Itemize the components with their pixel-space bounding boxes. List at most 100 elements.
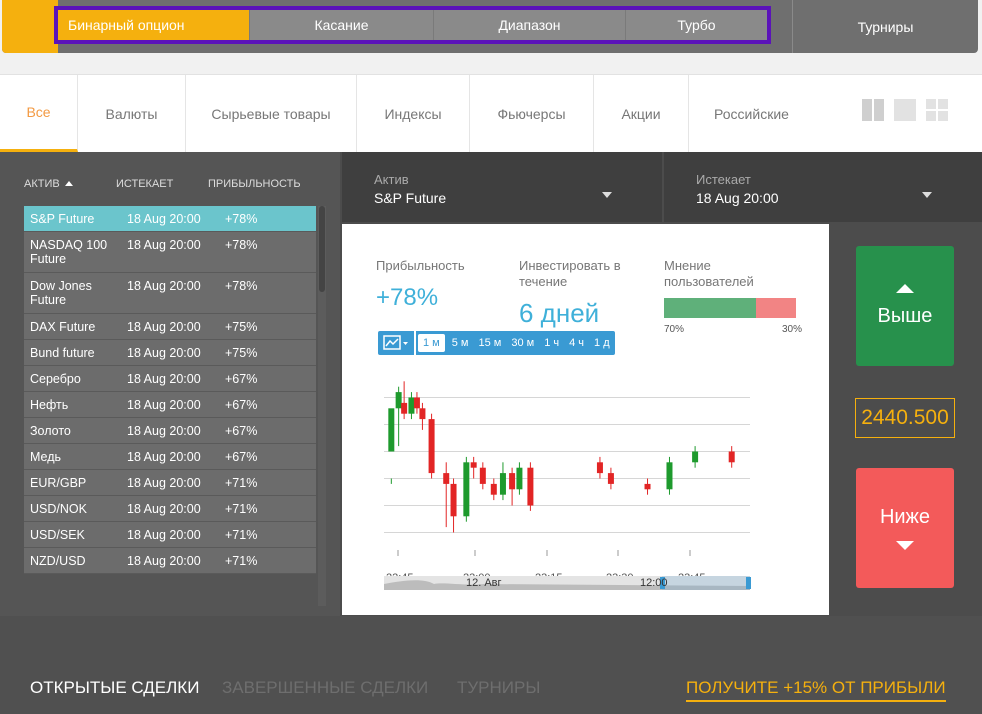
tab-tournaments-bottom[interactable]: ТУРНИРЫ: [457, 678, 540, 698]
asset-name: Dow Jones Future: [30, 279, 92, 307]
timeframe-button[interactable]: 1 ч: [539, 331, 564, 355]
asset-row[interactable]: Серебро 18 Aug 20:00 +67%: [24, 366, 316, 392]
asset-expiry: 18 Aug 20:00: [127, 554, 201, 568]
category-stocks[interactable]: Акции: [594, 75, 689, 152]
asset-name: Bund future: [30, 346, 95, 360]
opinion-up-bar: [664, 298, 757, 318]
asset-expiry: 18 Aug 20:00: [127, 424, 201, 438]
asset-row[interactable]: DAX Future 18 Aug 20:00 +75%: [24, 314, 316, 340]
category-currencies[interactable]: Валюты: [78, 75, 186, 152]
tab-tournaments[interactable]: Турниры: [792, 0, 978, 53]
asset-list: S&P Future 18 Aug 20:00 +78% NASDAQ 100 Fut…: [24, 206, 316, 574]
asset-expiry: 18 Aug 20:00: [127, 212, 201, 226]
option-type-tabs: Бинарный опцион Касание Диапазон Турбо: [54, 6, 771, 44]
tab-binary-option[interactable]: Бинарный опцион: [58, 10, 250, 40]
asset-row[interactable]: NASDAQ 100 Future 18 Aug 20:00 +78%: [24, 232, 316, 273]
candle-body: [463, 462, 470, 517]
candle-body: [428, 419, 435, 474]
asset-row[interactable]: EUR/GBP 18 Aug 20:00 +71%: [24, 470, 316, 496]
timeframe-button[interactable]: 15 м: [474, 331, 507, 355]
asset-row[interactable]: Нефть 18 Aug 20:00 +67%: [24, 392, 316, 418]
asset-name: USD/SEK: [30, 528, 85, 542]
two-column-view-icon[interactable]: [862, 99, 884, 121]
asset-expiry: 18 Aug 20:00: [127, 320, 201, 334]
opinion-up-pct: 70%: [664, 324, 685, 335]
timeframe-button[interactable]: 5 м: [447, 331, 474, 355]
category-futures[interactable]: Фьючерсы: [470, 75, 594, 152]
type-bar-accent: [2, 0, 58, 53]
arrow-down-icon: [896, 541, 914, 550]
asset-expiry: 18 Aug 20:00: [127, 450, 201, 464]
tab-open-trades[interactable]: ОТКРЫТЫЕ СДЕЛКИ: [30, 678, 199, 698]
asset-row[interactable]: Золото 18 Aug 20:00 +67%: [24, 418, 316, 444]
category-commodities[interactable]: Сырьевые товары: [186, 75, 357, 152]
asset-expiry: 18 Aug 20:00: [127, 238, 201, 252]
candle-body: [388, 408, 395, 452]
category-russian[interactable]: Российские: [689, 75, 814, 152]
timeframe-button[interactable]: 1 д: [589, 331, 615, 355]
navigator-right-handle[interactable]: [746, 577, 751, 589]
asset-name: NASDAQ 100 Future: [30, 238, 108, 266]
timeframe-button[interactable]: 30 м: [506, 331, 539, 355]
asset-row[interactable]: NZD/USD 18 Aug 20:00 +71%: [24, 548, 316, 574]
higher-button[interactable]: Выше: [856, 246, 954, 366]
navigator-selection[interactable]: [662, 576, 750, 590]
single-view-icon[interactable]: [894, 99, 916, 121]
asset-profit: +71%: [225, 476, 258, 490]
asset-row[interactable]: USD/NOK 18 Aug 20:00 +71%: [24, 496, 316, 522]
asset-row[interactable]: Dow Jones Future 18 Aug 20:00 +78%: [24, 273, 316, 314]
candle-body: [499, 473, 506, 495]
asset-row[interactable]: Bund future 18 Aug 20:00 +75%: [24, 340, 316, 366]
candle-body: [450, 483, 457, 517]
candle-body: [413, 397, 420, 409]
column-asset-header[interactable]: АКТИВ: [24, 178, 116, 190]
category-indices[interactable]: Индексы: [357, 75, 470, 152]
column-expires-header[interactable]: ИСТЕКАЕТ: [116, 178, 208, 190]
tab-range[interactable]: Диапазон: [434, 10, 626, 40]
asset-list-header: АКТИВ ИСТЕКАЕТ ПРИБЫЛЬНОСТЬ: [24, 178, 308, 190]
candle-body: [728, 451, 735, 463]
asset-row[interactable]: Медь 18 Aug 20:00 +67%: [24, 444, 316, 470]
asset-picker-label: Актив: [374, 172, 409, 187]
candle-body: [666, 462, 673, 490]
navigator-label: 12:00: [640, 577, 668, 589]
asset-profit: +71%: [225, 554, 258, 568]
profit-value: +78%: [376, 284, 439, 311]
grid-view-icon[interactable]: [926, 99, 948, 121]
asset-expiry: 18 Aug 20:00: [127, 528, 201, 542]
expiry-picker-label: Истекает: [696, 172, 751, 187]
promo-link[interactable]: ПОЛУЧИТЕ +15% ОТ ПРИБЫЛИ: [686, 678, 946, 702]
candle-body: [401, 402, 408, 414]
asset-name: Нефть: [30, 398, 69, 412]
trading-app: Бинарный опцион Касание Диапазон Турбо Т…: [0, 0, 982, 714]
trade-column: Выше 2440.500 Ниже: [830, 222, 982, 616]
candle-body: [596, 462, 603, 474]
timeframe-list: 1 м5 м 15 м 30 м1 ч4 ч1 д: [416, 331, 615, 355]
option-type-bar: Бинарный опцион Касание Диапазон Турбо Т…: [2, 0, 978, 53]
tab-touch[interactable]: Касание: [250, 10, 434, 40]
asset-picker[interactable]: Актив S&P Future: [342, 152, 662, 222]
expiry-picker[interactable]: Истекает 18 Aug 20:00: [664, 152, 982, 222]
column-profit-header[interactable]: ПРИБЫЛЬНОСТЬ: [208, 178, 308, 190]
asset-row[interactable]: S&P Future 18 Aug 20:00 +78%: [24, 206, 316, 232]
candlestick-chart[interactable]: 2441.5002441.0002440.5002440.0002439.500…: [384, 374, 756, 596]
category-all[interactable]: Все: [0, 75, 78, 152]
candle-body: [527, 467, 534, 506]
asset-row[interactable]: USD/SEK 18 Aug 20:00 +71%: [24, 522, 316, 548]
timeframe-button[interactable]: 4 ч: [564, 331, 589, 355]
timeframe-button[interactable]: 1 м: [418, 334, 445, 352]
asset-name: Медь: [30, 450, 62, 464]
arrow-up-icon: [896, 284, 914, 293]
asset-list-scroll-thumb[interactable]: [319, 206, 325, 292]
tab-turbo[interactable]: Турбо: [626, 10, 767, 40]
candle-body: [395, 392, 402, 409]
asset-profit: +67%: [225, 398, 258, 412]
tab-closed-trades[interactable]: ЗАВЕРШЕННЫЕ СДЕЛКИ: [222, 678, 428, 698]
asset-profit: +75%: [225, 346, 258, 360]
candle-body: [470, 462, 477, 468]
candle-body: [644, 483, 651, 490]
opinion-label: Мнение пользователей: [664, 258, 754, 289]
candle-body: [509, 473, 516, 490]
chart-type-icon[interactable]: [378, 331, 416, 355]
lower-button[interactable]: Ниже: [856, 468, 954, 588]
